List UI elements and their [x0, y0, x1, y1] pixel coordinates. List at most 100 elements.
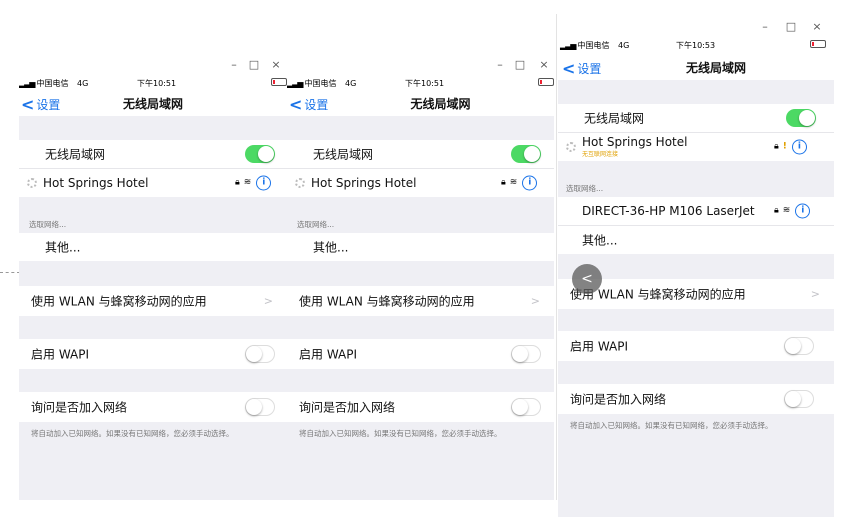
loading-spinner-icon: [27, 178, 37, 188]
network-status-icons: 🔒︎ ≋ i: [770, 203, 811, 219]
wapi-toggle[interactable]: [245, 345, 275, 363]
wifi-icon: ≋: [782, 205, 791, 216]
ask-join-row: 询问是否加入网络: [19, 392, 287, 422]
chevron-right-icon: >: [263, 294, 273, 308]
wlan-label: 无线局域网: [313, 147, 374, 162]
carrier-info: ▂▃▅ 中国电信 4G: [287, 78, 356, 89]
info-icon[interactable]: i: [522, 175, 538, 191]
footer-note: 将自动加入已知网络。如果没有已知网络，您必须手动选择。: [299, 429, 502, 438]
network-row-connected[interactable]: Hot Springs Hotel 🔒︎ ≋ i: [19, 169, 287, 197]
window-titlebar: – □ ×: [19, 56, 287, 76]
wapi-row: 启用 WAPI: [558, 331, 834, 361]
warning-icon: !: [782, 141, 787, 152]
lock-icon: 🔒︎: [774, 141, 779, 152]
chevron-right-icon: >: [810, 287, 820, 301]
wlan-toggle-row: 无线局域网: [19, 140, 287, 168]
network-status-icons: 🔒︎ ≋ i: [231, 175, 272, 191]
network-status-icons: 🔒︎ ≋ i: [497, 175, 538, 191]
wlan-toggle-row: 无线局域网: [287, 140, 554, 168]
minimize-button[interactable]: –: [227, 58, 241, 72]
wapi-toggle[interactable]: [784, 337, 814, 355]
section-gap: [19, 261, 287, 286]
other-label: 其他...: [45, 240, 81, 255]
carrier-name: 中国电信: [304, 79, 337, 88]
section-gap: [287, 369, 554, 392]
section-gap: [558, 80, 834, 104]
choose-network-caption: 选取网络...: [29, 220, 67, 229]
network-row-direct[interactable]: DIRECT-36-HP M106 LaserJet 🔒︎ ≋ i: [558, 197, 834, 225]
lock-icon: 🔒︎: [501, 177, 506, 188]
ask-join-label: 询问是否加入网络: [570, 392, 667, 407]
window-separator: [556, 14, 557, 500]
ask-join-toggle[interactable]: [784, 390, 814, 408]
ask-join-label: 询问是否加入网络: [299, 400, 396, 415]
maximize-button[interactable]: □: [513, 58, 527, 72]
wapi-label: 启用 WAPI: [31, 347, 90, 362]
signal-icon: ▂▃▅: [287, 79, 304, 88]
lock-icon: 🔒︎: [774, 205, 779, 216]
wifi-icon: ≋: [243, 177, 252, 188]
ask-join-toggle[interactable]: [511, 398, 541, 416]
wifi-icon: ≋: [509, 177, 518, 188]
section-gap: [287, 261, 554, 286]
wlan-label: 无线局域网: [584, 111, 645, 126]
status-bar: ▂▃▅ 中国电信 4G 下午10:51: [19, 74, 287, 94]
ask-join-label: 询问是否加入网络: [31, 400, 128, 415]
close-button[interactable]: ×: [810, 20, 824, 34]
network-row-connected[interactable]: Hot Springs Hotel 无互联网连接 🔒︎! i: [558, 133, 834, 161]
window-titlebar: – □ ×: [558, 14, 834, 34]
apps-label: 使用 WLAN 与蜂窝移动网的应用: [31, 294, 207, 309]
other-network-row[interactable]: 其他...: [287, 233, 554, 261]
wlan-toggle[interactable]: [511, 145, 541, 163]
loading-spinner-icon: [566, 142, 576, 152]
minimize-button[interactable]: –: [493, 58, 507, 72]
network-type: 4G: [345, 79, 357, 88]
wlan-toggle[interactable]: [786, 109, 816, 127]
section-gap: [287, 116, 554, 140]
back-button[interactable]: < 设置: [289, 94, 328, 114]
ask-join-toggle[interactable]: [245, 398, 275, 416]
back-gesture-button[interactable]: <: [572, 264, 602, 294]
settings-window-2: – □ × ▂▃▅ 中国电信 4G 下午10:51 < 设置 无线局域网 无线局域网…: [287, 56, 554, 500]
network-type: 4G: [77, 79, 89, 88]
carrier-name: 中国电信: [36, 79, 69, 88]
other-label: 其他...: [582, 233, 618, 248]
maximize-button[interactable]: □: [784, 20, 798, 34]
navigation-bar: < 设置 无线局域网: [19, 92, 287, 114]
chevron-right-icon: >: [530, 294, 540, 308]
network-row-connected[interactable]: Hot Springs Hotel 🔒︎ ≋ i: [287, 169, 554, 197]
wapi-label: 启用 WAPI: [299, 347, 358, 362]
maximize-button[interactable]: □: [247, 58, 261, 72]
battery-icon: [538, 78, 554, 86]
section-gap: [19, 369, 287, 392]
signal-icon: ▂▃▅: [19, 79, 36, 88]
settings-window-1: – □ × ▂▃▅ 中国电信 4G 下午10:51 < 设置 无线局域网 无线局域网…: [19, 56, 287, 500]
nav-title: 无线局域网: [410, 97, 471, 111]
close-button[interactable]: ×: [269, 58, 283, 72]
section-gap: [19, 316, 287, 339]
status-bar: ▂▃▅ 中国电信 4G 下午10:51: [287, 74, 554, 94]
apps-row[interactable]: 使用 WLAN 与蜂窝移动网的应用 >: [19, 286, 287, 316]
ask-join-row: 询问是否加入网络: [558, 384, 834, 414]
wapi-label: 启用 WAPI: [570, 339, 629, 354]
info-icon[interactable]: i: [791, 139, 807, 155]
apps-row[interactable]: 使用 WLAN 与蜂窝移动网的应用 >: [287, 286, 554, 316]
info-icon[interactable]: i: [795, 203, 811, 219]
battery-icon: [271, 78, 287, 86]
footer-note: 将自动加入已知网络。如果没有已知网络，您必须手动选择。: [570, 421, 773, 430]
other-network-row[interactable]: 其他...: [558, 226, 834, 254]
wapi-row: 启用 WAPI: [287, 339, 554, 369]
section-gap: [558, 309, 834, 331]
info-icon[interactable]: i: [256, 175, 272, 191]
minimize-button[interactable]: –: [758, 20, 772, 34]
other-network-row[interactable]: 其他...: [19, 233, 287, 261]
wlan-toggle[interactable]: [245, 145, 275, 163]
wapi-toggle[interactable]: [511, 345, 541, 363]
section-gap: [19, 116, 287, 140]
close-button[interactable]: ×: [537, 58, 551, 72]
ask-join-row: 询问是否加入网络: [287, 392, 554, 422]
no-internet-subtitle: 无互联网连接: [582, 151, 619, 158]
network-ssid: Hot Springs Hotel: [582, 135, 688, 149]
back-button[interactable]: < 设置: [562, 58, 601, 78]
status-bar: ▂▃▅ 中国电信 4G 下午10:53: [558, 36, 834, 56]
